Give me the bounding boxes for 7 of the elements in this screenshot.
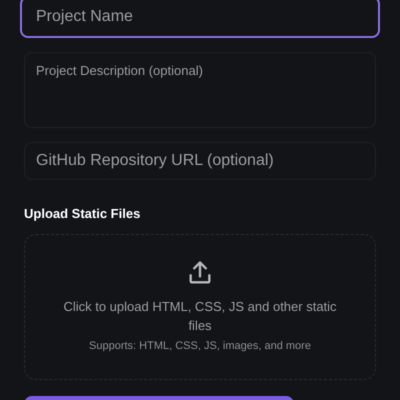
description-field[interactable]: Project Description (optional) — [24, 52, 376, 128]
upload-prompt: Click to upload HTML, CSS, JS and other static files — [62, 298, 338, 335]
text-field[interactable]: GitHub Repository URL (optional) — [24, 142, 376, 180]
text-field[interactable]: Project Name — [20, 0, 380, 38]
upload-hint: Supports: HTML, CSS, JS, images, and more — [89, 338, 311, 354]
section-label: Upload Static Files — [24, 205, 142, 223]
upload-dropzone[interactable]: Click to upload HTML, CSS, JS and other static files Supports: HTML, CSS, JS, images, and more — [24, 234, 376, 380]
